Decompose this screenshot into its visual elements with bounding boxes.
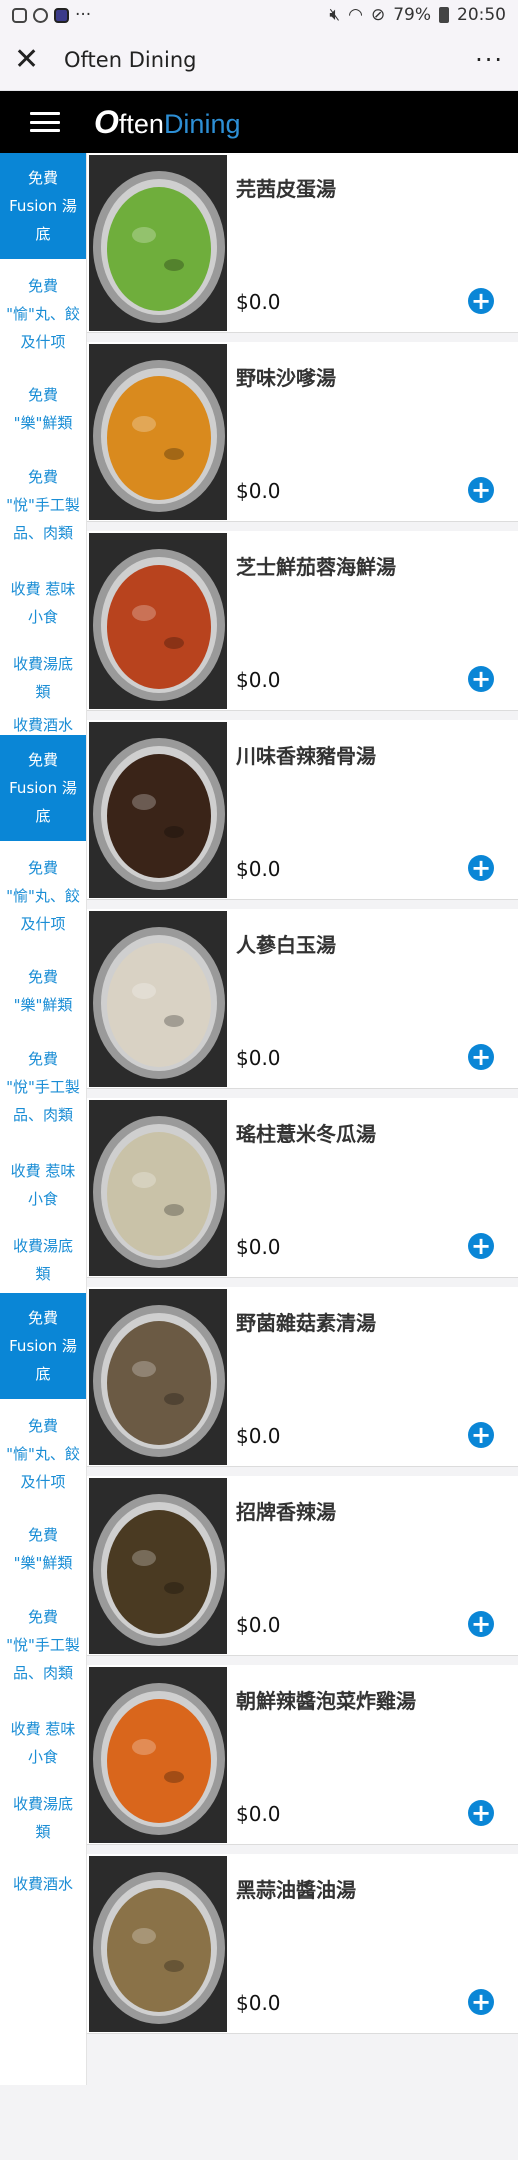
menu-item[interactable]: 人蔘白玉湯 $0.0 + (87, 909, 518, 1089)
whatsapp-icon (33, 7, 48, 23)
sidebar-category[interactable]: 免費 "樂"鮮類 (0, 1509, 86, 1589)
add-to-cart-icon[interactable]: + (468, 288, 494, 314)
item-price: $0.0 (236, 857, 281, 881)
add-to-cart-icon[interactable]: + (468, 1800, 494, 1826)
sidebar-category[interactable]: 收費湯底類 (0, 1785, 86, 1851)
gallery-icon (12, 7, 27, 23)
sidebar-category[interactable]: 收費 惹味小食 (0, 1701, 86, 1785)
item-price: $0.0 (236, 290, 281, 314)
sidebar-category[interactable]: 免費 "悅"手工製品、肉類 (0, 1589, 86, 1701)
menu-item[interactable]: 朝鮮辣醬泡菜炸雞湯 $0.0 + (87, 1665, 518, 1845)
sidebar-category[interactable]: 收費酒水 (0, 1851, 86, 1917)
menu-item[interactable]: 瑤柱薏米冬瓜湯 $0.0 + (87, 1098, 518, 1278)
brand-logo-often: ften (118, 108, 164, 139)
sidebar-category[interactable]: 收費湯底類 (0, 1227, 86, 1293)
item-price: $0.0 (236, 1802, 281, 1826)
item-name: 黑蒜油醬油湯 (236, 1878, 356, 1902)
brand-logo-dining: Dining (163, 108, 241, 139)
soup-photo (89, 1667, 227, 1843)
wifi-icon: ◠ (348, 5, 363, 25)
item-price: $0.0 (236, 1046, 281, 1070)
sidebar-category[interactable]: 免費 Fusion 湯底 (0, 1293, 86, 1399)
add-to-cart-icon[interactable]: + (468, 1611, 494, 1637)
sidebar-category[interactable]: 免費 Fusion 湯底 (0, 153, 86, 259)
sidebar-category[interactable]: 收費 惹味小食 (0, 1143, 86, 1227)
sidebar-category[interactable]: 免費 "樂"鮮類 (0, 951, 86, 1031)
add-to-cart-icon[interactable]: + (468, 1989, 494, 2015)
battery-percent: 79% (393, 5, 431, 25)
soup-photo (89, 1856, 227, 2032)
battery-icon (439, 7, 449, 23)
menu-icon[interactable] (30, 112, 60, 132)
sidebar-category[interactable]: 免費 "愉"丸、餃及什项 (0, 841, 86, 951)
item-name: 野味沙嗲湯 (236, 366, 336, 390)
sidebar-category[interactable]: 免費 "樂"鮮類 (0, 369, 86, 449)
item-name: 瑤柱薏米冬瓜湯 (236, 1122, 376, 1146)
item-name: 野菌雜菇素清湯 (236, 1311, 376, 1335)
menu-item[interactable]: 野味沙嗲湯 $0.0 + (87, 342, 518, 522)
soup-photo (89, 344, 227, 520)
item-price: $0.0 (236, 668, 281, 692)
soup-photo (89, 722, 227, 898)
more-notifications-icon: ··· (75, 5, 92, 25)
sidebar-category[interactable]: 收費湯底類 (0, 645, 86, 711)
add-to-cart-icon[interactable]: + (468, 1044, 494, 1070)
sidebar-category[interactable]: 免費 "愉"丸、餃及什项 (0, 1399, 86, 1509)
add-to-cart-icon[interactable]: + (468, 855, 494, 881)
add-to-cart-icon[interactable]: + (468, 1233, 494, 1259)
item-name: 芫茜皮蛋湯 (236, 177, 336, 201)
soup-photo (89, 1478, 227, 1654)
add-to-cart-icon[interactable]: + (468, 477, 494, 503)
brand-bar: O ften Dining (0, 91, 518, 153)
sidebar-category[interactable]: 免費 "愉"丸、餃及什项 (0, 259, 86, 369)
sidebar-category[interactable]: 收費酒水 (0, 711, 86, 735)
item-name: 芝士鮮茄蓉海鮮湯 (236, 555, 396, 579)
more-options-icon[interactable]: ··· (475, 46, 504, 74)
brand-logo-o: O (94, 103, 119, 140)
menu-item[interactable]: 黑蒜油醬油湯 $0.0 + (87, 1854, 518, 2034)
item-name: 人蔘白玉湯 (236, 933, 336, 957)
item-price: $0.0 (236, 1235, 281, 1259)
sidebar-category[interactable]: 免費 Fusion 湯底 (0, 735, 86, 841)
item-name: 朝鮮辣醬泡菜炸雞湯 (236, 1689, 416, 1713)
menu-item[interactable]: 川味香辣豬骨湯 $0.0 + (87, 720, 518, 900)
item-name: 招牌香辣湯 (236, 1500, 336, 1524)
item-price: $0.0 (236, 1424, 281, 1448)
close-icon[interactable]: ✕ (14, 45, 44, 75)
sidebar-category[interactable]: 免費 "悅"手工製品、肉類 (0, 1031, 86, 1143)
status-bar: ··· 🔇︎ ◠ ⊘ 79% 20:50 (0, 0, 518, 30)
app-title: Often Dining (64, 48, 197, 72)
item-price: $0.0 (236, 1613, 281, 1637)
status-icons-left: ··· (12, 5, 91, 25)
status-icons-right: 🔇︎ ◠ ⊘ 79% 20:50 (329, 5, 506, 25)
soup-photo (89, 911, 227, 1087)
mute-icon: 🔇︎ (329, 5, 341, 25)
sidebar-category[interactable]: 免費 "悅"手工製品、肉類 (0, 449, 86, 561)
menu-item[interactable]: 芝士鮮茄蓉海鮮湯 $0.0 + (87, 531, 518, 711)
add-to-cart-icon[interactable]: + (468, 1422, 494, 1448)
menu-item[interactable]: 野菌雜菇素清湯 $0.0 + (87, 1287, 518, 1467)
brand-logo[interactable]: O ften Dining (94, 104, 240, 141)
soup-photo (89, 155, 227, 331)
item-price: $0.0 (236, 479, 281, 503)
item-name: 川味香辣豬骨湯 (236, 744, 376, 768)
app-notification-icon (54, 7, 69, 23)
clock: 20:50 (457, 5, 506, 25)
soup-photo (89, 1100, 227, 1276)
do-not-disturb-icon: ⊘ (370, 5, 386, 25)
soup-photo (89, 533, 227, 709)
menu-item[interactable]: 芫茜皮蛋湯 $0.0 + (87, 153, 518, 333)
menu-item[interactable]: 招牌香辣湯 $0.0 + (87, 1476, 518, 1656)
sidebar-category[interactable]: 收費 惹味小食 (0, 561, 86, 645)
app-header: ✕ Often Dining ··· (0, 30, 518, 91)
add-to-cart-icon[interactable]: + (468, 666, 494, 692)
item-price: $0.0 (236, 1991, 281, 2015)
category-sidebar: 免費 Fusion 湯底 免費 "愉"丸、餃及什项 免費 "樂"鮮類 免費 "悅"手工… (0, 153, 87, 2085)
soup-photo (89, 1289, 227, 1465)
